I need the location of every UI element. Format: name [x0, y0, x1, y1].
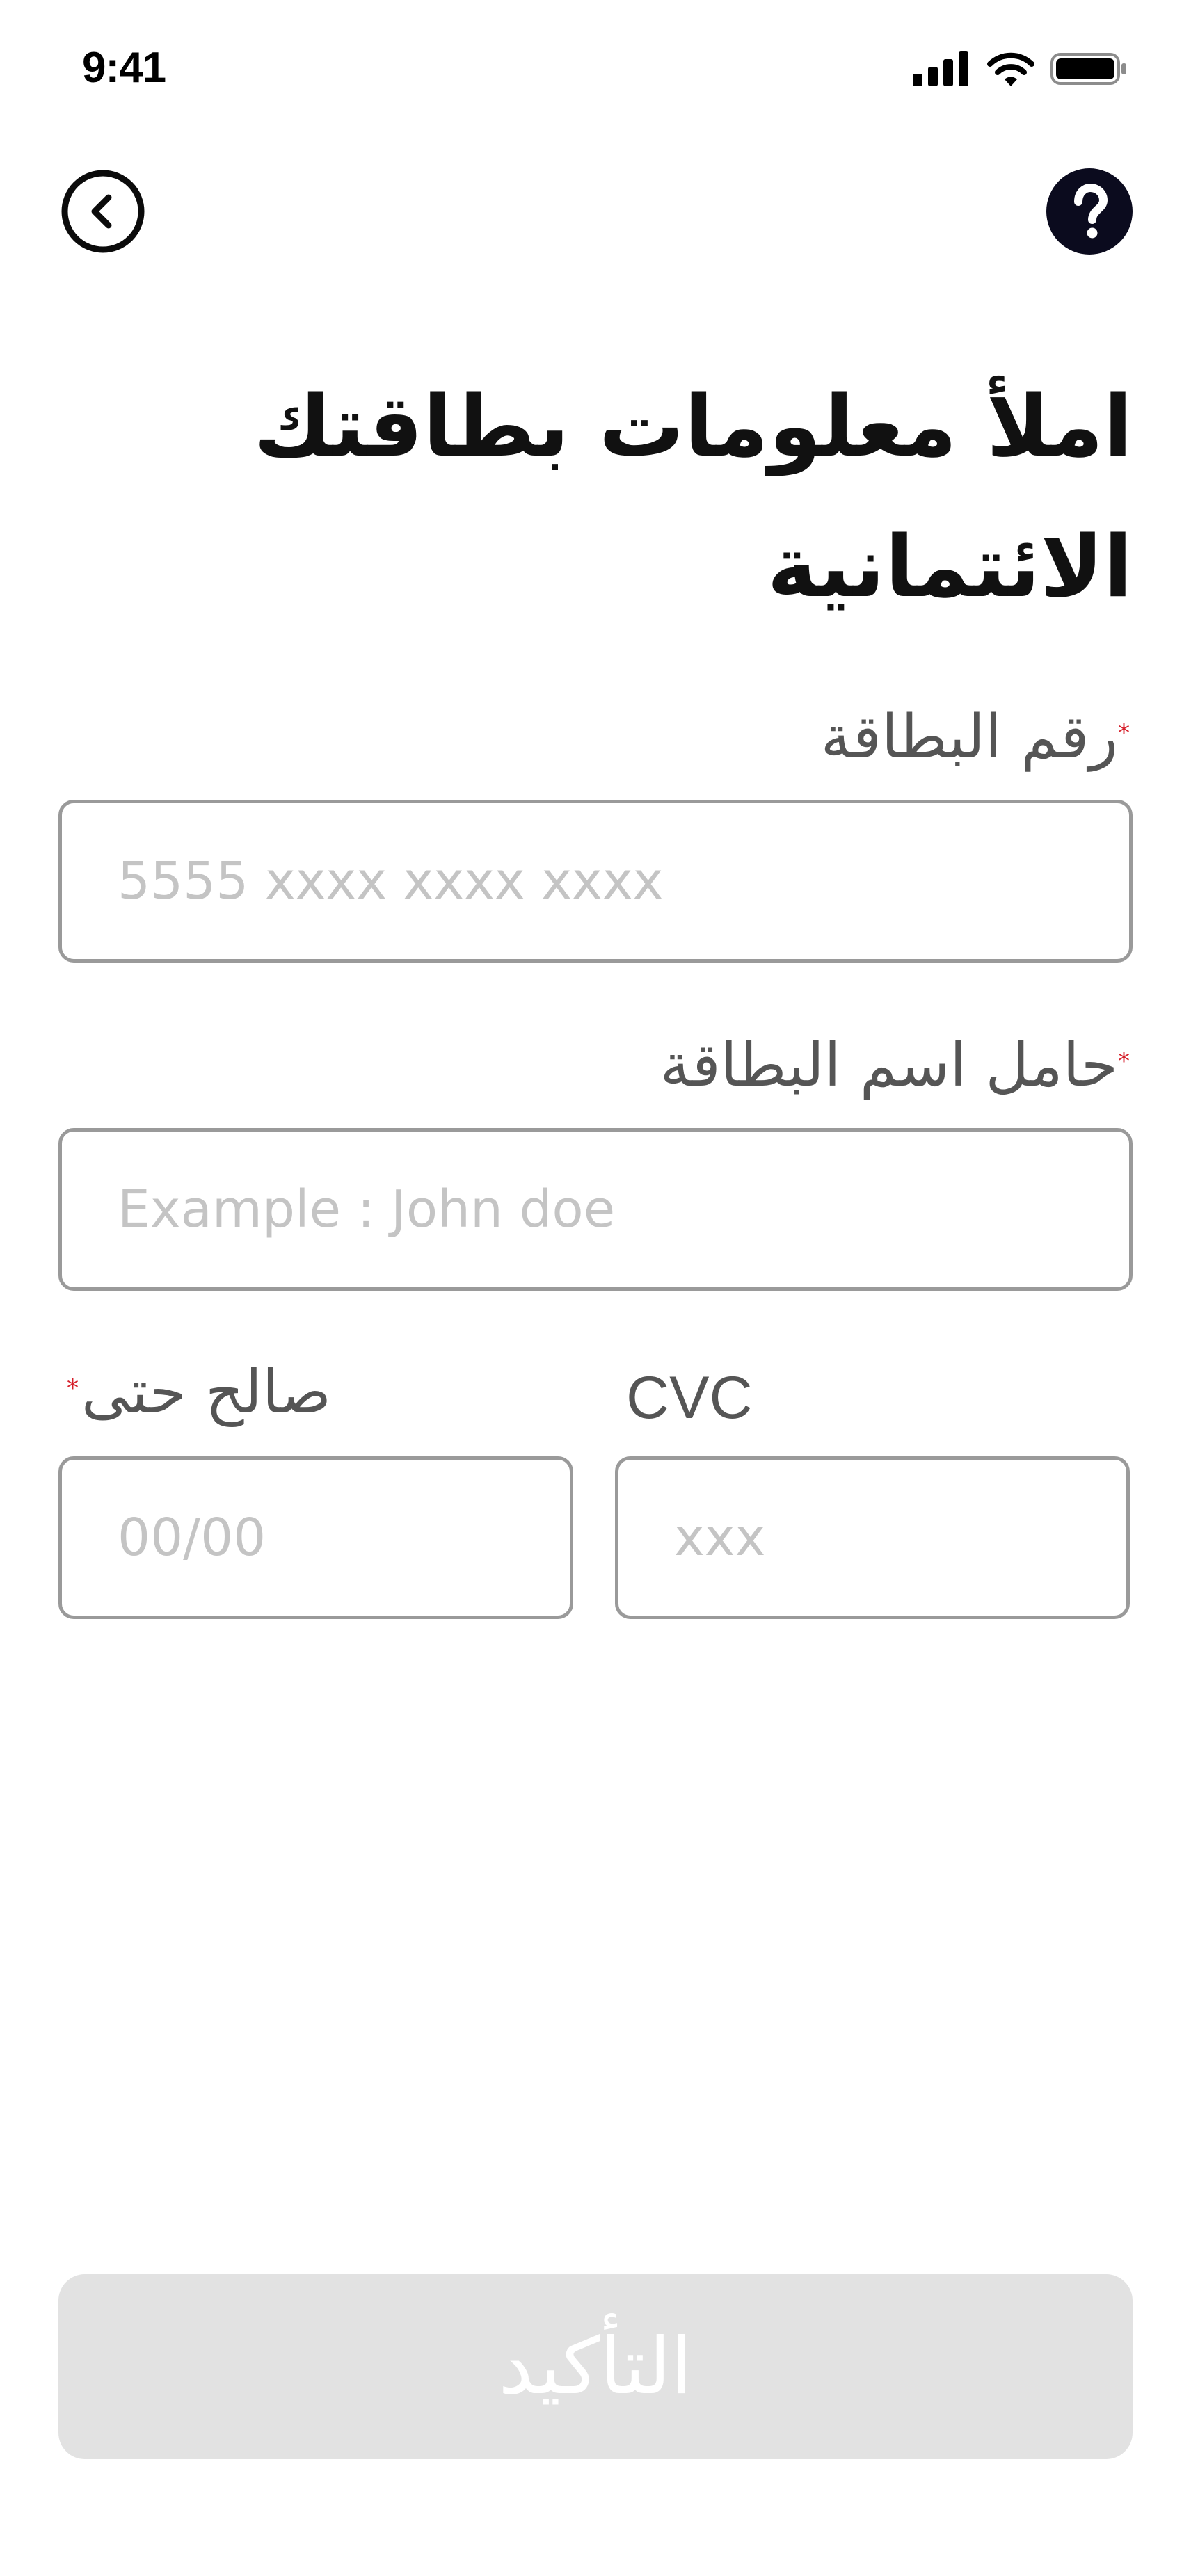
expiry-input[interactable]: [62, 1460, 570, 1616]
page-title: املأ معلومات بطاقتك الائتمانية: [253, 377, 1133, 616]
back-button[interactable]: [60, 168, 146, 255]
confirm-button[interactable]: التأكيد: [58, 2274, 1133, 2459]
cardholder-name-field-box: [58, 1128, 1133, 1291]
wifi-icon: [987, 52, 1034, 86]
card-number-label: *رقم البطاقة: [820, 702, 1130, 772]
cvc-field-box: [615, 1456, 1130, 1619]
signal-icon: [913, 51, 968, 86]
required-mark: *: [1118, 1047, 1130, 1075]
cvc-label: CVC: [626, 1365, 753, 1431]
cardholder-name-input[interactable]: [62, 1132, 1129, 1287]
help-button[interactable]: [1046, 168, 1133, 255]
required-mark: *: [67, 1374, 79, 1402]
cardholder-name-label: *حامل اسم البطاقة: [660, 1031, 1130, 1100]
expiry-label: صالح حتى*: [67, 1358, 332, 1427]
card-number-field-box: [58, 800, 1133, 963]
chevron-left-circle-icon: [61, 170, 145, 253]
required-mark: *: [1118, 719, 1130, 747]
status-time: 9:41: [82, 44, 166, 92]
battery-icon: [1050, 53, 1126, 85]
expiry-field-box: [58, 1456, 573, 1619]
card-number-input[interactable]: [62, 803, 1129, 959]
card-entry-screen: 9:41 املأ معلومات بطاقتك الائتمانية *رقم…: [0, 0, 1191, 2576]
status-icons: [913, 51, 1128, 86]
cvc-input[interactable]: [618, 1460, 1126, 1616]
question-circle-icon: [1046, 168, 1133, 255]
